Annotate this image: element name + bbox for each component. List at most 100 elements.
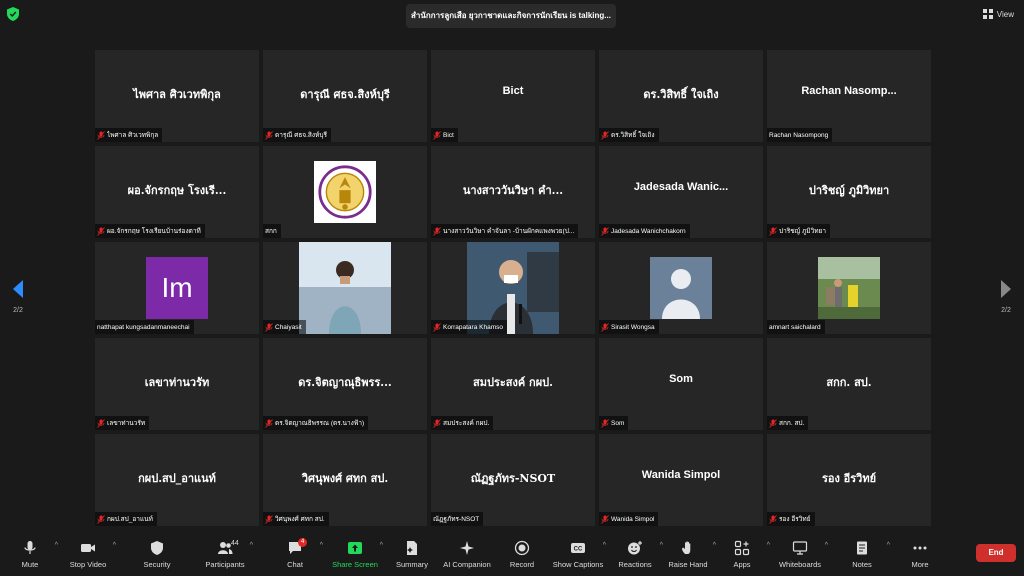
security-button[interactable]: Security — [127, 540, 187, 574]
notes-button[interactable]: Notes ^ — [832, 540, 892, 574]
participant-display-name: สกก. สป. — [826, 376, 872, 389]
chevron-up-icon[interactable]: ^ — [320, 542, 323, 549]
participant-tile[interactable]: ไพศาล ศิวเวทพิกุล ไพศาล ศิวเวทพิกุล — [95, 50, 259, 142]
view-label: View — [996, 9, 1014, 19]
reactions-button[interactable]: Reactions ^ — [605, 540, 665, 574]
participant-name-label: Chaiyasit — [275, 323, 302, 331]
participant-tile[interactable]: Wanida Simpol Wanida Simpol — [599, 434, 763, 526]
participant-name-label: สมประสงค์ กผป. — [443, 420, 490, 427]
participant-video-feed — [299, 242, 391, 334]
participant-tile[interactable]: กผป.สป_อาแนท์ กผป.สป_อาแนท์ — [95, 434, 259, 526]
microphone-icon — [24, 541, 36, 554]
muted-microphone-icon — [265, 514, 273, 524]
participants-button[interactable]: 44 Participants ^ — [195, 540, 255, 574]
participant-tile[interactable]: นางสาววันวิษา คำ... นางสาววันวิษา คำจันลา… — [431, 146, 595, 238]
chat-button[interactable]: 4 Chat ^ — [265, 538, 325, 574]
participant-name-bar: ดารุณี ศธจ.สิงห์บุรี — [263, 128, 331, 142]
participant-tile[interactable]: ณัฏฐภัทร-NSOT ณัฏฐภัทร-NSOT — [431, 434, 595, 526]
participant-display-name: วิศนุพงศ์ ศทก สป. — [301, 472, 389, 485]
participant-tile[interactable]: Jadesada Wanic... Jadesada Wanichchakorn — [599, 146, 763, 238]
hand-icon — [682, 541, 691, 554]
organization-seal-image — [314, 161, 376, 223]
encryption-shield-icon[interactable] — [7, 7, 19, 21]
participant-tile[interactable]: เลขาท่านวรัท เลขาท่านวรัท — [95, 338, 259, 430]
participant-tile[interactable]: ดร.จิตญาณุธิพรร... ดร.จิตญาณธิพรรณ (ดร.นา… — [263, 338, 427, 430]
participant-name-bar: Jadesada Wanichchakorn — [599, 224, 690, 238]
mute-button[interactable]: Mute ^ — [0, 540, 60, 574]
participant-name-bar: ดร.วิสิทธิ์ ใจเถิง — [599, 128, 659, 142]
muted-microphone-icon — [97, 226, 105, 236]
participant-tile[interactable]: ปาริชญ์ ภูมิวิทยา ปาริชญ์ ภูมิวิทยา — [767, 146, 931, 238]
participant-display-name: ผอ.จักรกฤษ โรงเรี... — [127, 184, 227, 197]
participant-name-label: ดารุณี ศธจ.สิงห์บุรี — [275, 132, 327, 139]
chevron-up-icon[interactable]: ^ — [113, 542, 116, 549]
security-label: Security — [143, 560, 171, 569]
chevron-up-icon[interactable]: ^ — [250, 542, 253, 549]
profile-initials-image: Im — [146, 257, 208, 319]
whiteboards-button[interactable]: Whiteboards ^ — [770, 540, 830, 574]
participant-tile[interactable]: Chaiyasit — [263, 242, 427, 334]
participant-name-bar: Chaiyasit — [263, 320, 306, 334]
participant-name-bar: ผอ.จักรกฤษ โรงเรียนบ้านร่องตาที — [95, 224, 205, 238]
participant-name-bar: รอง อีรวิทย์ — [767, 512, 815, 526]
muted-microphone-icon — [433, 226, 441, 236]
participant-tile[interactable]: Sirasit Wongsa — [599, 242, 763, 334]
end-meeting-button[interactable]: End — [976, 544, 1016, 562]
participant-tile[interactable]: Korrapatara Khamso — [431, 242, 595, 334]
participant-name-bar: สมประสงค์ กผป. — [431, 416, 494, 430]
whiteboards-label: Whiteboards — [778, 560, 822, 569]
raise-hand-button[interactable]: Raise Hand ^ — [658, 540, 718, 574]
participant-tile[interactable]: ดร.วิสิทธิ์ ใจเถิง ดร.วิสิทธิ์ ใจเถิง — [599, 50, 763, 142]
more-button[interactable]: More — [890, 540, 950, 574]
participant-tile[interactable]: Im natthapat kungsadanmaneechai — [95, 242, 259, 334]
participant-tile[interactable]: วิศนุพงศ์ ศทก สป. วิศนุพงศ์ ศทก สป. — [263, 434, 427, 526]
meeting-toolbar: Mute ^ Stop Video ^ Security 44 Particip… — [0, 536, 1024, 576]
stop-video-button[interactable]: Stop Video ^ — [58, 540, 118, 574]
participant-tile[interactable]: Rachan Nasomp... Rachan Nasompong — [767, 50, 931, 142]
participant-name-label: วิศนุพงศ์ ศทก สป. — [275, 516, 325, 523]
next-page-button[interactable]: 2/2 — [991, 280, 1021, 314]
show-captions-label: Show Captions — [552, 560, 604, 569]
participant-tile[interactable]: Bict Bict — [431, 50, 595, 142]
participant-tile[interactable]: ดารุณี ศธจ.สิงห์บุรี ดารุณี ศธจ.สิงห์บุรี — [263, 50, 427, 142]
participant-display-name: ดารุณี ศธจ.สิงห์บุรี — [300, 88, 390, 101]
share-screen-icon — [348, 542, 362, 554]
participant-tile[interactable]: สมประสงค์ กผป. สมประสงค์ กผป. — [431, 338, 595, 430]
emoji-plus-icon — [628, 541, 642, 555]
participant-name-label: natthapat kungsadanmaneechai — [97, 323, 190, 331]
more-label: More — [911, 560, 929, 569]
previous-page-button[interactable]: 2/2 — [3, 280, 33, 314]
muted-microphone-icon — [601, 226, 609, 236]
show-captions-button[interactable]: CC Show Captions ^ — [548, 540, 608, 574]
record-label: Record — [509, 560, 535, 569]
document-sparkle-icon — [407, 541, 417, 555]
muted-microphone-icon — [433, 130, 441, 140]
record-button[interactable]: Record — [492, 540, 552, 574]
view-button[interactable]: View — [982, 6, 1014, 22]
apps-button[interactable]: Apps ^ — [712, 540, 772, 574]
participant-tile[interactable]: สกก — [263, 146, 427, 238]
muted-microphone-icon — [97, 130, 105, 140]
ai-companion-button[interactable]: AI Companion — [437, 540, 497, 574]
participant-tile[interactable]: สกก. สป. สกก. สป. — [767, 338, 931, 430]
security-shield-icon — [151, 541, 163, 555]
participant-name-bar: ณัฏฐภัทร-NSOT — [431, 512, 484, 526]
muted-microphone-icon — [265, 322, 273, 332]
participant-name-bar: Korrapatara Khamso — [431, 320, 507, 334]
summary-button[interactable]: Summary — [382, 540, 442, 574]
page-indicator-left: 2/2 — [13, 307, 23, 314]
participant-display-name: ดร.จิตญาณุธิพรร... — [298, 376, 392, 389]
share-screen-button[interactable]: Share Screen ^ — [325, 540, 385, 574]
participant-display-name: นางสาววันวิษา คำ... — [462, 184, 564, 197]
participant-name-label: ปาริชญ์ ภูมิวิทยา — [779, 228, 826, 235]
muted-microphone-icon — [265, 418, 273, 428]
participant-name-label: amnart saichalard — [769, 323, 821, 331]
participant-name-label: ดร.จิตญาณธิพรรณ (ดร.นางฟ้า) — [275, 420, 365, 427]
arrow-right-icon — [1001, 280, 1011, 298]
chevron-up-icon[interactable]: ^ — [825, 542, 828, 549]
participant-tile[interactable]: รอง อีรวิทย์ รอง อีรวิทย์ — [767, 434, 931, 526]
notes-icon — [857, 541, 867, 555]
participant-tile[interactable]: ผอ.จักรกฤษ โรงเรี... ผอ.จักรกฤษ โรงเรียนบ… — [95, 146, 259, 238]
participant-tile[interactable]: amnart saichalard — [767, 242, 931, 334]
participant-tile[interactable]: Som Som — [599, 338, 763, 430]
